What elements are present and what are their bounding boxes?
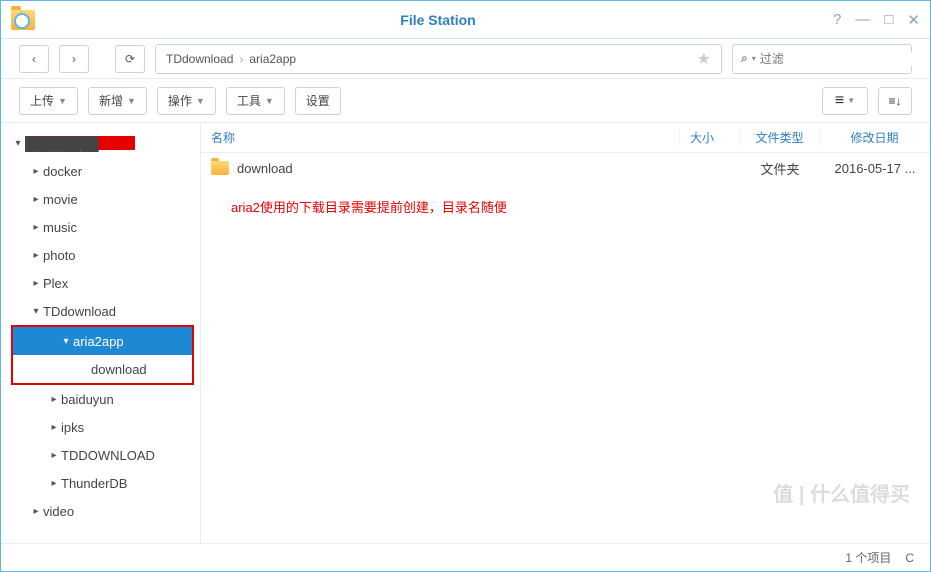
minimize-button[interactable]: — [855, 11, 870, 29]
maximize-button[interactable]: □ [884, 11, 893, 29]
filter-input[interactable] [760, 52, 915, 66]
column-date[interactable]: 修改日期 [820, 129, 930, 146]
breadcrumb-separator: › [239, 52, 243, 66]
expand-icon[interactable]: ▸ [47, 478, 61, 489]
main-area: ▾ ████████ ▸docker▸movie▸music▸photo▸Ple… [1, 123, 930, 543]
redacted-label: ████████ [25, 136, 135, 150]
tool-button[interactable]: 工具▼ [226, 87, 285, 115]
forward-button[interactable]: › [59, 45, 89, 73]
window-title: File Station [43, 12, 833, 28]
list-icon [835, 92, 844, 110]
tree-item-plex[interactable]: ▸Plex [1, 269, 200, 297]
collapse-icon[interactable]: ▾ [29, 306, 43, 317]
tree-item-movie[interactable]: ▸movie [1, 185, 200, 213]
file-station-window: File Station ? — □ ✕ ‹ › ⟳ TDdownload › … [0, 0, 931, 572]
file-name: download [237, 161, 680, 176]
back-button[interactable]: ‹ [19, 45, 49, 73]
expand-icon[interactable]: ▸ [29, 166, 43, 177]
folder-icon [211, 161, 229, 175]
tree-item-music[interactable]: ▸music [1, 213, 200, 241]
tree-item-photo[interactable]: ▸photo [1, 241, 200, 269]
star-icon[interactable]: ★ [697, 49, 711, 69]
expand-icon[interactable]: ▸ [47, 422, 61, 433]
tree-item-tddownload[interactable]: ▸TDDOWNLOAD [1, 441, 200, 469]
column-size[interactable]: 大小 [680, 129, 740, 146]
expand-icon[interactable]: ▸ [29, 278, 43, 289]
chevron-down-icon: ▼ [196, 96, 205, 106]
action-toolbar: 上传▼ 新增▼ 操作▼ 工具▼ 设置 ▼ ≡↓ [1, 79, 930, 123]
tree-item-ipks[interactable]: ▸ipks [1, 413, 200, 441]
filter-dropdown-icon[interactable]: ▾ [752, 54, 756, 63]
sort-icon: ≡↓ [888, 94, 901, 108]
tree-item-label: baiduyun [61, 392, 114, 407]
tree-item-tddownload[interactable]: ▾TDdownload [1, 297, 200, 325]
file-date: 2016-05-17 ... [820, 161, 930, 176]
table-header: 名称 大小 文件类型 修改日期 [201, 123, 930, 153]
expand-icon[interactable]: ▸ [47, 450, 61, 461]
chevron-down-icon: ▼ [127, 96, 136, 106]
column-name[interactable]: 名称 [201, 129, 680, 146]
close-button[interactable]: ✕ [907, 11, 920, 29]
tree-item-label: video [43, 504, 74, 519]
column-type[interactable]: 文件类型 [740, 129, 820, 146]
tree-root[interactable]: ▾ ████████ [1, 129, 200, 157]
tree-item-label: TDDOWNLOAD [61, 448, 155, 463]
watermark: 值 | 什么值得买 [773, 478, 910, 507]
chevron-down-icon: ▼ [58, 96, 67, 106]
chevron-down-icon: ▼ [265, 96, 274, 106]
expand-icon[interactable]: ▾ [11, 138, 25, 149]
sort-button[interactable]: ≡↓ [878, 87, 912, 115]
navigation-bar: ‹ › ⟳ TDdownload › aria2app ★ ⌕ ▾ [1, 39, 930, 79]
tree-item-label: aria2app [73, 334, 124, 349]
expand-icon[interactable]: ▸ [47, 394, 61, 405]
tree-item-label: TDdownload [43, 304, 116, 319]
tree-item-docker[interactable]: ▸docker [1, 157, 200, 185]
breadcrumb-item[interactable]: TDdownload [166, 52, 233, 66]
item-count: 1 个项目 [845, 549, 891, 566]
settings-button[interactable]: 设置 [295, 87, 341, 115]
file-row[interactable]: download 文件夹 2016-05-17 ... [211, 153, 930, 183]
create-button[interactable]: 新增▼ [88, 87, 147, 115]
tree-item-label: download [91, 362, 147, 377]
collapse-icon[interactable]: ▾ [59, 336, 73, 347]
tree-item-thunderdb[interactable]: ▸ThunderDB [1, 469, 200, 497]
expand-icon[interactable]: ▸ [29, 222, 43, 233]
tree-item-download[interactable]: download [13, 355, 192, 383]
titlebar: File Station ? — □ ✕ [1, 1, 930, 39]
status-bar: 1 个项目 C [1, 543, 930, 571]
tree-item-label: photo [43, 248, 76, 263]
annotation-note: aria2使用的下载目录需要提前创建，目录名随便 [231, 197, 930, 216]
expand-icon[interactable]: ▸ [29, 194, 43, 205]
tree-item-label: movie [43, 192, 78, 207]
tree-item-video[interactable]: ▸video [1, 497, 200, 525]
tree-item-label: docker [43, 164, 82, 179]
tree-item-label: Plex [43, 276, 68, 291]
app-icon [11, 10, 35, 30]
search-icon: ⌕ [741, 51, 748, 66]
folder-tree: ▾ ████████ ▸docker▸movie▸music▸photo▸Ple… [1, 123, 201, 543]
breadcrumb[interactable]: TDdownload › aria2app ★ [155, 44, 722, 74]
file-type: 文件夹 [740, 159, 820, 178]
refresh-button[interactable]: ⟳ [115, 45, 145, 73]
refresh-list-button[interactable]: C [905, 551, 914, 565]
expand-icon[interactable]: ▸ [29, 506, 43, 517]
tree-item-aria2app[interactable]: ▾aria2app [13, 327, 192, 355]
tree-item-label: ipks [61, 420, 84, 435]
table-body: download 文件夹 2016-05-17 ... aria2使用的下载目录… [201, 153, 930, 543]
help-button[interactable]: ? [833, 11, 841, 29]
window-controls: ? — □ ✕ [833, 11, 920, 29]
tree-item-label: ThunderDB [61, 476, 127, 491]
upload-button[interactable]: 上传▼ [19, 87, 78, 115]
file-list-panel: 名称 大小 文件类型 修改日期 download 文件夹 2016-05-17 … [201, 123, 930, 543]
tree-item-baiduyun[interactable]: ▸baiduyun [1, 385, 200, 413]
filter-box[interactable]: ⌕ ▾ [732, 44, 912, 74]
chevron-down-icon: ▼ [847, 96, 855, 105]
view-mode-button[interactable]: ▼ [822, 87, 868, 115]
expand-icon[interactable]: ▸ [29, 250, 43, 261]
tree-item-label: music [43, 220, 77, 235]
breadcrumb-item[interactable]: aria2app [249, 52, 296, 66]
action-button[interactable]: 操作▼ [157, 87, 216, 115]
